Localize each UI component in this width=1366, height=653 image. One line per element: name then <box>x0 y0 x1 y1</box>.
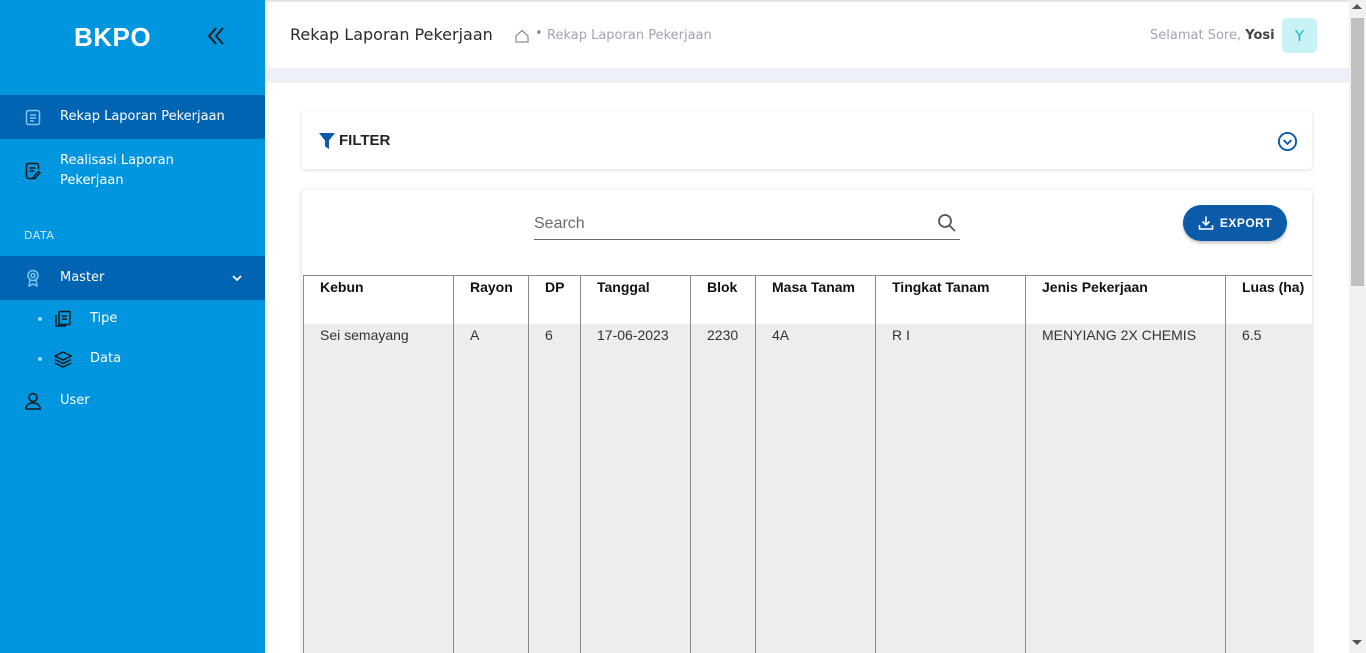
sidebar-item-label: User <box>60 393 90 408</box>
column-header-dp[interactable]: DP <box>528 275 581 324</box>
filter-icon <box>319 133 335 149</box>
user-name: Yosi <box>1245 28 1275 43</box>
user-icon <box>24 392 42 410</box>
bullet-icon <box>38 357 42 361</box>
sidebar-subitem-tipe[interactable]: Tipe <box>0 301 265 337</box>
greeting-prefix: Selamat Sore, <box>1150 28 1246 43</box>
work-report-table: Kebun Rayon DP Tanggal Blok Masa Tanam T… <box>303 275 1312 653</box>
sidebar-item-master[interactable]: Master <box>0 256 265 300</box>
scrollbar-thumb[interactable] <box>1351 18 1364 286</box>
cell-tanggal: 17-06-2023 <box>580 323 691 653</box>
cell-blok: 2230 <box>690 323 756 653</box>
cell-dp: 6 <box>528 323 581 653</box>
export-button[interactable]: EXPORT <box>1183 205 1287 241</box>
breadcrumb-separator: • <box>535 26 543 41</box>
sidebar: BKPO Rekap Laporan Pekerjaan Realisasi L… <box>0 0 265 653</box>
sidebar-item-label: Realisasi Laporan Pekerjaan <box>60 153 174 188</box>
cell-tingkat-tanam: R I <box>875 323 1026 653</box>
chevron-circle-down-icon[interactable] <box>1277 131 1298 152</box>
column-header-masa-tanam[interactable]: Masa Tanam <box>755 275 876 324</box>
column-header-kebun[interactable]: Kebun <box>303 275 454 324</box>
chevron-down-icon <box>232 275 242 282</box>
table-header-row: Kebun Rayon DP Tanggal Blok Masa Tanam T… <box>303 275 1312 324</box>
table-row[interactable]: Sei semayang A 6 17-06-2023 2230 4A R I … <box>303 323 1312 653</box>
sidebar-subitem-label: Tipe <box>90 311 118 326</box>
scroll-up-arrow-icon[interactable] <box>1352 4 1362 9</box>
layers-icon <box>54 351 72 368</box>
sidebar-item-realisasi-laporan[interactable]: Realisasi Laporan Pekerjaan <box>0 144 265 198</box>
bullet-icon <box>38 317 42 321</box>
breadcrumb-current: Rekap Laporan Pekerjaan <box>547 28 712 43</box>
column-header-rayon[interactable]: Rayon <box>453 275 529 324</box>
column-header-tingkat-tanam[interactable]: Tingkat Tanam <box>875 275 1026 324</box>
collapse-sidebar-icon[interactable] <box>204 24 228 48</box>
sidebar-subitem-label: Data <box>90 351 122 366</box>
edit-document-icon <box>24 162 42 180</box>
sidebar-item-label: Rekap Laporan Pekerjaan <box>60 109 225 124</box>
copy-icon <box>55 310 71 327</box>
badge-icon <box>24 269 42 287</box>
brand-logo[interactable]: BKPO <box>74 22 151 53</box>
cell-luas: 6.5 <box>1225 323 1312 653</box>
header-divider <box>265 68 1349 83</box>
search-input[interactable] <box>534 212 924 236</box>
avatar[interactable]: Y <box>1282 18 1317 53</box>
export-label: EXPORT <box>1219 216 1273 230</box>
column-header-tanggal[interactable]: Tanggal <box>580 275 691 324</box>
column-header-jenis-pekerjaan[interactable]: Jenis Pekerjaan <box>1025 275 1226 324</box>
search-field[interactable] <box>534 210 960 240</box>
filter-label: FILTER <box>339 132 391 149</box>
data-table-card: EXPORT Kebun Rayon DP Tanggal Blok Masa … <box>302 190 1312 653</box>
sidebar-item-user[interactable]: User <box>0 381 265 421</box>
cell-kebun: Sei semayang <box>303 323 454 653</box>
column-header-luas[interactable]: Luas (ha) <box>1225 275 1312 324</box>
column-header-blok[interactable]: Blok <box>690 275 756 324</box>
clipboard-icon <box>24 108 42 126</box>
sidebar-item-rekap-laporan[interactable]: Rekap Laporan Pekerjaan <box>0 95 265 139</box>
scroll-down-arrow-icon[interactable] <box>1352 640 1362 645</box>
sidebar-subitem-data[interactable]: Data <box>0 341 265 377</box>
sidebar-item-label: Master <box>60 270 105 285</box>
search-icon[interactable] <box>937 213 957 233</box>
filter-panel[interactable]: FILTER <box>302 111 1312 169</box>
cell-rayon: A <box>453 323 529 653</box>
cell-jenis-pekerjaan: MENYIANG 2X CHEMIS <box>1025 323 1226 653</box>
greeting-text: Selamat Sore, Yosi <box>1150 28 1275 43</box>
page-title: Rekap Laporan Pekerjaan <box>290 25 493 44</box>
cell-masa-tanam: 4A <box>755 323 876 653</box>
top-bar: Rekap Laporan Pekerjaan • Rekap Laporan … <box>265 0 1349 68</box>
sidebar-section-label: DATA <box>24 229 55 242</box>
download-icon <box>1198 216 1214 230</box>
home-icon[interactable] <box>514 28 530 44</box>
